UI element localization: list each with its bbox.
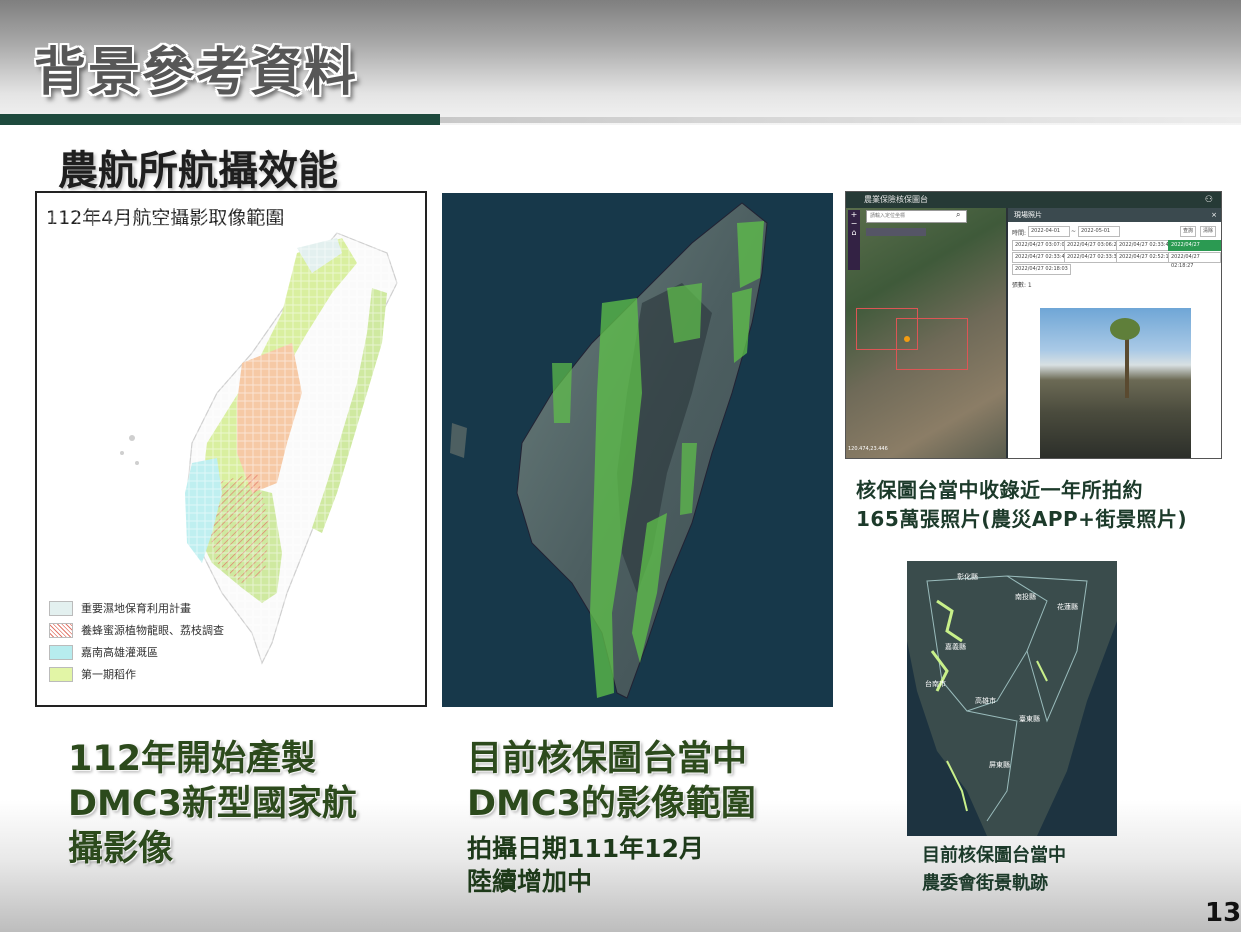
app-title-bar: 農業保險核保圖台 ⚇ bbox=[846, 192, 1221, 208]
svg-text:屏東縣: 屏東縣 bbox=[989, 760, 1010, 769]
legend-label: 嘉南高雄灌溉區 bbox=[81, 646, 158, 659]
timestamp-chip[interactable]: 2022/04/27 03:06:20 bbox=[1064, 240, 1123, 251]
app-title: 農業保險核保圖台 bbox=[864, 195, 928, 204]
insurance-map-app-screenshot: 農業保險核保圖台 ⚇ 請輸入定位坐標 ⌕ + − ⌂ 120.474,23.44… bbox=[845, 191, 1222, 459]
map-toolbar: + − ⌂ bbox=[848, 210, 860, 270]
svg-text:臺東縣: 臺東縣 bbox=[1019, 714, 1040, 723]
svg-text:花蓮縣: 花蓮縣 bbox=[1057, 602, 1078, 611]
svg-text:高雄市: 高雄市 bbox=[975, 696, 996, 705]
coord-readout: 120.474,23.446 bbox=[848, 446, 888, 452]
user-icon[interactable]: ⚇ bbox=[1205, 192, 1213, 208]
photo-dialog-title: 現場照片 bbox=[1014, 211, 1042, 219]
header-green-rule bbox=[0, 114, 440, 125]
timestamp-chip[interactable]: 2022/04/27 02:18:27 bbox=[1168, 252, 1221, 269]
timestamp-chip[interactable]: 2022/04/27 02:18:03 bbox=[1012, 264, 1071, 275]
timestamp-chip[interactable]: 2022/04/27 02:52:16 bbox=[1116, 252, 1175, 263]
timestamp-chip[interactable]: 2022/04/27 03:07:09 bbox=[1012, 240, 1071, 251]
dmc3-coverage-image bbox=[442, 193, 833, 707]
parcel-outline bbox=[896, 318, 968, 370]
svg-text:南投縣: 南投縣 bbox=[1015, 592, 1036, 601]
street-view-caption: 目前核保圖台當中 農委會街景軌跡 bbox=[922, 842, 1066, 898]
caption-line: 目前核保圖台當中 bbox=[467, 739, 748, 779]
svg-text:嘉義縣: 嘉義縣 bbox=[945, 642, 966, 651]
caption-line: DMC3新型國家航 bbox=[68, 784, 357, 824]
dmc3-production-caption: 112年開始產製 DMC3新型國家航 攝影像 bbox=[68, 737, 357, 872]
date-separator: ~ bbox=[1071, 228, 1077, 235]
street-view-caption-line: 目前核保圖台當中 bbox=[922, 845, 1066, 866]
zoom-out-icon[interactable]: − bbox=[848, 219, 860, 228]
tree-canopy bbox=[1110, 318, 1140, 340]
timestamp-chip[interactable]: 2022/04/27 02:33:46 bbox=[1116, 240, 1175, 251]
photo-dialog-header: 現場照片 × bbox=[1008, 208, 1221, 222]
home-icon[interactable]: ⌂ bbox=[848, 228, 860, 237]
legend-item: 第一期稻作 bbox=[49, 663, 224, 685]
app-caption-line: 核保圖台當中收錄近一年所拍約 bbox=[856, 478, 1143, 502]
query-button[interactable]: 查詢 bbox=[1180, 226, 1197, 237]
coverage-map-panel: 112年4月航空攝影取像範圍 重要濕地保育利 bbox=[35, 191, 427, 707]
header-grey-rule bbox=[440, 117, 1241, 123]
legend-label: 養蜂蜜源植物龍眼、荔枝調查 bbox=[81, 624, 224, 637]
legend-item: 嘉南高雄灌溉區 bbox=[49, 641, 224, 663]
caption-line: 拍攝日期111年12月 bbox=[467, 834, 704, 863]
legend-label: 第一期稻作 bbox=[81, 668, 136, 681]
search-icon[interactable]: ⌕ bbox=[956, 210, 960, 220]
caption-line: 112年開始產製 bbox=[68, 739, 317, 779]
dmc3-coverage-caption: 目前核保圖台當中 DMC3的影像範圍 bbox=[467, 737, 756, 827]
slide-title: 背景參考資料 bbox=[34, 43, 359, 103]
legend-swatch bbox=[49, 622, 73, 638]
legend-item: 養蜂蜜源植物龍眼、荔枝調查 bbox=[49, 619, 224, 641]
timestamp-chip[interactable]: 2022/04/27 02:33:47 bbox=[1012, 252, 1071, 263]
caption-line: 攝影像 bbox=[68, 829, 174, 869]
photo-count: 張數: 1 bbox=[1012, 282, 1032, 289]
app-caption-line: 165萬張照片(農災APP+街景照片) bbox=[856, 507, 1188, 531]
taiwan-satellite-map bbox=[450, 202, 768, 699]
legend-swatch bbox=[49, 600, 73, 616]
clear-button[interactable]: 清除 bbox=[1200, 226, 1217, 237]
time-label: 時間: bbox=[1012, 230, 1027, 237]
legend-item: 重要濕地保育利用計畫 bbox=[49, 597, 224, 619]
svg-text:彰化縣: 彰化縣 bbox=[957, 572, 978, 581]
dmc3-coverage-subcaption: 拍攝日期111年12月 陸續增加中 bbox=[467, 832, 704, 898]
app-caption: 核保圖台當中收錄近一年所拍約 165萬張照片(農災APP+街景照片) bbox=[856, 476, 1187, 534]
date-to-field[interactable]: 2022-05-01 bbox=[1078, 226, 1120, 237]
date-from-field[interactable]: 2022-04-01 bbox=[1028, 226, 1070, 237]
street-view-track-map: 彰化縣 南投縣 花蓮縣 嘉義縣 台南市 高雄市 臺東縣 屏東縣 bbox=[907, 561, 1117, 836]
legend-swatch bbox=[49, 666, 73, 682]
street-view-map: 彰化縣 南投縣 花蓮縣 嘉義縣 台南市 高雄市 臺東縣 屏東縣 bbox=[907, 561, 1117, 836]
timestamp-chip-selected[interactable]: 2022/04/27 02:35:05 bbox=[1168, 240, 1221, 257]
page-number: 13 bbox=[1205, 898, 1241, 928]
app-map-view[interactable]: 請輸入定位坐標 ⌕ + − ⌂ 120.474,23.446 bbox=[846, 208, 1006, 458]
svg-text:台南市: 台南市 bbox=[925, 679, 946, 688]
section-title: 農航所航攝效能 bbox=[58, 148, 338, 194]
legend-label: 重要濕地保育利用計畫 bbox=[81, 602, 191, 615]
close-icon[interactable]: × bbox=[1211, 208, 1217, 222]
photo-location-marker[interactable] bbox=[904, 336, 910, 342]
search-input[interactable]: 請輸入定位坐標 bbox=[866, 210, 967, 223]
caption-line: 陸續增加中 bbox=[467, 867, 593, 896]
photo-dialog: 現場照片 × 時間: 2022-04-01 ~ 2022-05-01 查詢 清除… bbox=[1008, 208, 1221, 458]
field-photo bbox=[1040, 308, 1191, 458]
caption-line: DMC3的影像範圍 bbox=[467, 784, 756, 824]
map-tool-row bbox=[866, 228, 926, 236]
timestamp-chip[interactable]: 2022/04/27 02:33:39 bbox=[1064, 252, 1123, 263]
zoom-in-icon[interactable]: + bbox=[848, 210, 860, 219]
coverage-legend: 重要濕地保育利用計畫 養蜂蜜源植物龍眼、荔枝調查 嘉南高雄灌溉區 第一期稻作 bbox=[49, 597, 224, 685]
street-view-caption-line: 農委會街景軌跡 bbox=[922, 873, 1048, 894]
legend-swatch bbox=[49, 644, 73, 660]
